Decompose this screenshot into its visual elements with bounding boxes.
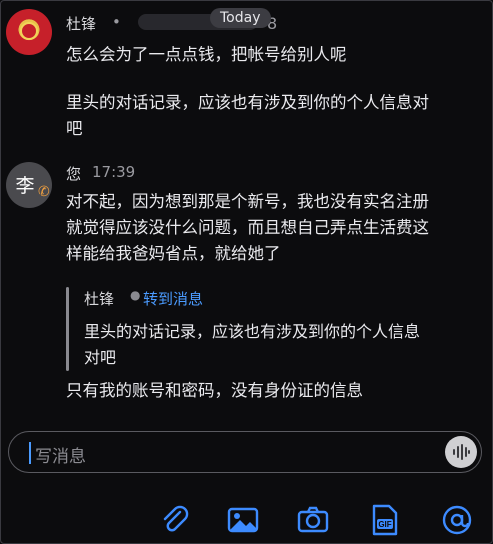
reply-text: 只有我的账号和密码，没有身份证的信息	[66, 381, 363, 400]
message-time: 17:39	[92, 163, 136, 181]
quote-bar	[66, 287, 69, 371]
message-line: 怎么会为了一点点钱，把帐号给别人呢	[66, 45, 347, 64]
user-avatar[interactable]: 李 ✆	[6, 162, 52, 208]
quote-line: 对吧	[84, 348, 117, 367]
quote-text: 里头的对话记录，应该也有涉及到你的个人信息 对吧	[84, 319, 484, 371]
message-line: 对不起，因为想到那是个新号，我也没有实名注册	[66, 192, 429, 211]
image-icon[interactable]	[226, 503, 260, 537]
quote-line: 里头的对话记录，应该也有涉及到你的个人信息	[84, 322, 421, 341]
quote-sender: 杜锋	[84, 290, 115, 308]
paperclip-icon[interactable]	[158, 503, 192, 537]
quote-separator-dot: ●	[130, 288, 141, 302]
message-line: 里头的对话记录，应该也有涉及到你的个人信息对	[66, 93, 429, 112]
message-placeholder: 写消息	[35, 447, 86, 467]
date-separator-badge: Today	[210, 8, 271, 28]
badge-emblem	[20, 22, 38, 40]
message-line: 吧	[66, 119, 83, 138]
waveform-icon	[453, 444, 470, 460]
message-input[interactable]: 写消息	[8, 431, 482, 473]
phone-icon: ✆	[38, 184, 50, 200]
at-icon[interactable]	[440, 503, 474, 537]
sender-name[interactable]: 您	[66, 163, 81, 184]
voice-message-button[interactable]	[445, 436, 477, 468]
gif-icon[interactable]: GIF	[368, 503, 402, 537]
camera-icon[interactable]	[296, 503, 330, 537]
message-line: 就觉得应该没什么问题，而且想自己弄点生活费这	[66, 218, 429, 237]
svg-text:GIF: GIF	[378, 520, 391, 529]
text-caret	[29, 442, 31, 464]
message-line: 样能给我爸妈省点，就给她了	[66, 244, 281, 263]
goto-message-link[interactable]: 转到消息	[143, 288, 203, 309]
sender-name[interactable]: 杜锋	[66, 13, 96, 34]
police-badge-avatar[interactable]	[6, 9, 52, 55]
separator-dot: •	[112, 13, 121, 31]
